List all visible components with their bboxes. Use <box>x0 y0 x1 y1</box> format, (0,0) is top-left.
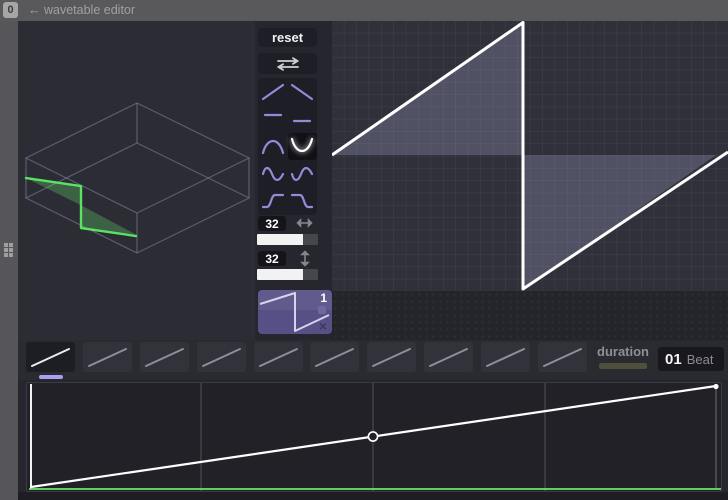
timeline-strip <box>332 291 728 340</box>
duration-slider[interactable] <box>599 363 647 369</box>
keyframe-thumbnail[interactable] <box>538 342 587 372</box>
shape-hump-down-button[interactable] <box>287 132 317 161</box>
hump-down-icon <box>291 138 314 153</box>
left-sidebar <box>0 21 18 500</box>
envelope-end-point[interactable] <box>713 383 719 390</box>
duration-label: duration <box>597 344 649 359</box>
wave-grid-editor[interactable] <box>331 21 728 291</box>
sine-inverted-icon <box>291 166 314 181</box>
shape-palette <box>258 78 317 215</box>
smoothstep-up-icon <box>261 194 284 209</box>
wave-height-value[interactable]: 32 <box>258 251 286 266</box>
page-title: wavetable editor <box>44 3 136 17</box>
bottom-strip <box>18 492 728 500</box>
wave-height-slider[interactable] <box>257 269 318 280</box>
swap-icon <box>276 56 299 71</box>
module-number-badge: 0 <box>3 2 18 18</box>
envelope-editor[interactable] <box>26 382 722 492</box>
shape-flat-high-button[interactable] <box>258 105 288 132</box>
smoothstep-down-icon <box>291 194 314 209</box>
envelope-canvas <box>29 383 721 491</box>
app-header: 0 ← wavetable editor <box>0 0 728 21</box>
selected-keyframe-underline <box>39 375 63 379</box>
keyframe-thumbnail[interactable] <box>424 342 473 372</box>
drag-grip-icon[interactable] <box>4 243 14 257</box>
shape-smoothstep-up-button[interactable] <box>258 188 288 215</box>
shape-ramp-down-button[interactable] <box>288 78 318 105</box>
hump-up-icon <box>261 140 284 155</box>
beat-value: 01 <box>665 350 682 368</box>
wave-width-value[interactable]: 32 <box>258 216 286 231</box>
vertical-resize-icon <box>300 250 310 267</box>
close-icon[interactable]: × <box>319 319 327 333</box>
flat-high-icon <box>263 113 282 117</box>
keyframe-thumbnail[interactable] <box>310 342 359 372</box>
shape-flat-low-button[interactable] <box>288 105 318 132</box>
horizontal-resize-icon <box>296 218 313 228</box>
beat-value-box[interactable]: 01 Beat <box>658 347 724 371</box>
wave-grid-canvas <box>331 21 728 291</box>
duplicate-icon[interactable] <box>318 306 326 314</box>
keyframe-thumbnail[interactable] <box>83 342 132 372</box>
wavetable-3d-wireframe <box>24 102 251 254</box>
sine-icon <box>261 166 284 181</box>
keyframe-thumbnail[interactable] <box>481 342 530 372</box>
keyframe-thumbnail[interactable] <box>254 342 303 372</box>
wave-width-slider[interactable] <box>257 234 318 245</box>
reset-button[interactable]: reset <box>258 28 317 47</box>
wavetable-3d-view[interactable] <box>18 21 255 340</box>
swap-button[interactable] <box>258 53 317 74</box>
back-arrow-icon[interactable]: ← <box>28 2 41 17</box>
flat-low-icon <box>293 119 312 123</box>
ramp-up-icon <box>261 83 284 100</box>
beat-unit: Beat <box>686 351 714 367</box>
ramp-down-icon <box>291 83 314 100</box>
keyframe-thumbnail[interactable] <box>140 342 189 372</box>
keyframe-thumbnail[interactable] <box>367 342 416 372</box>
shape-smoothstep-down-button[interactable] <box>288 188 318 215</box>
envelope-point-marker[interactable] <box>367 431 379 442</box>
wavetable-slot-tile[interactable]: 1 × <box>258 290 332 334</box>
slot-number-badge: 1 <box>320 291 327 305</box>
shape-sine-inverted-button[interactable] <box>288 160 318 187</box>
shape-sine-button[interactable] <box>258 160 288 187</box>
shape-ramp-up-button[interactable] <box>258 78 288 105</box>
keyframe-thumbnail[interactable] <box>197 342 246 372</box>
keyframe-thumbnail[interactable] <box>26 342 75 372</box>
shape-hump-up-button[interactable] <box>258 133 288 160</box>
